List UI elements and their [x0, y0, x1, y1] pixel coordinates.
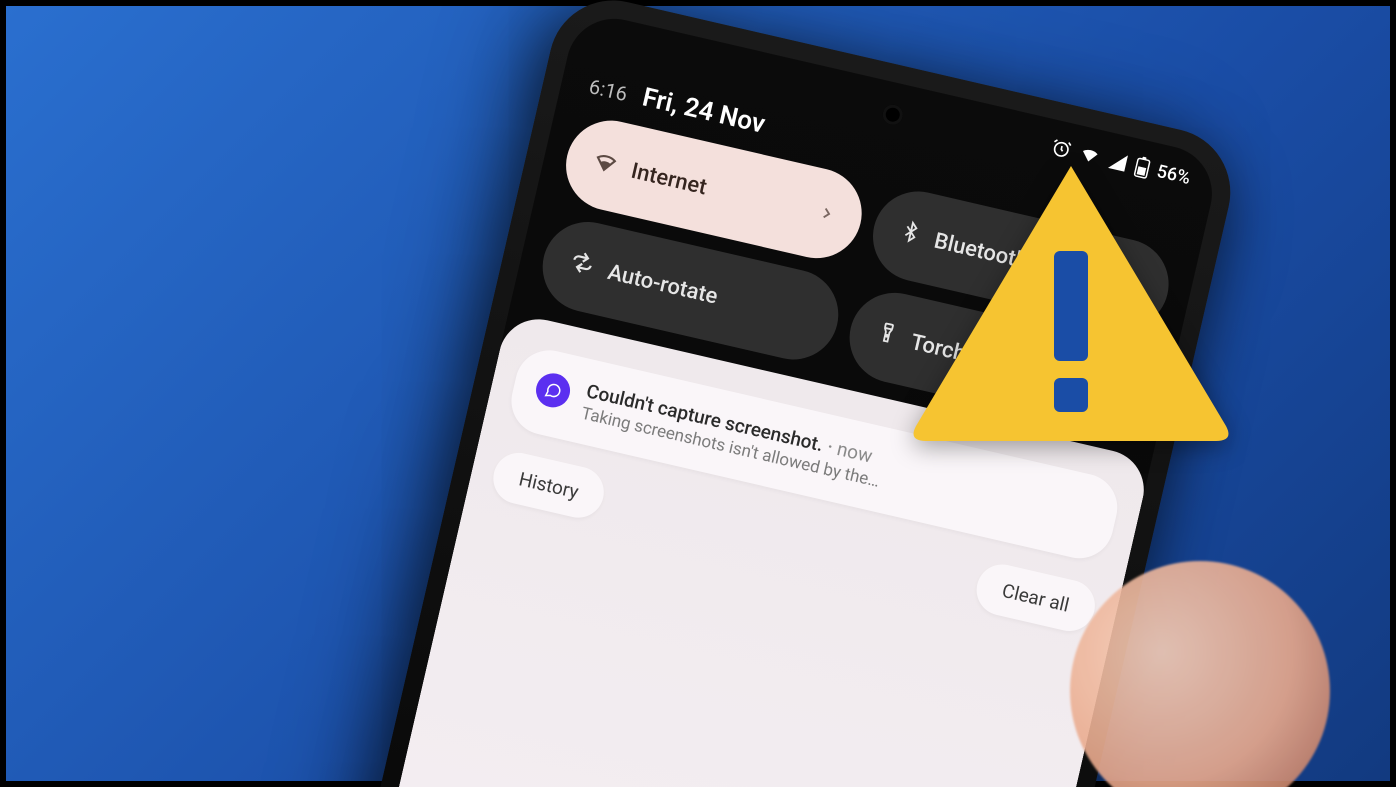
clear-all-button[interactable]: Clear all: [971, 559, 1100, 636]
rotate-icon: [566, 247, 599, 284]
warning-overlay: [906, 156, 1236, 446]
wifi-icon: [589, 146, 622, 183]
stage: 56% 6:16 Fri, 24 Nov Internet: [0, 0, 1396, 787]
history-button[interactable]: History: [488, 448, 609, 523]
tile-label: Auto-rotate: [605, 260, 720, 310]
chevron-right-icon: [815, 201, 838, 229]
flashlight-icon: [872, 318, 901, 354]
notification-text: Couldn't capture screenshot. · now Takin…: [579, 379, 887, 492]
message-icon: [533, 370, 574, 411]
clock-time: 6:16: [587, 74, 630, 106]
tile-label: Internet: [629, 158, 709, 200]
